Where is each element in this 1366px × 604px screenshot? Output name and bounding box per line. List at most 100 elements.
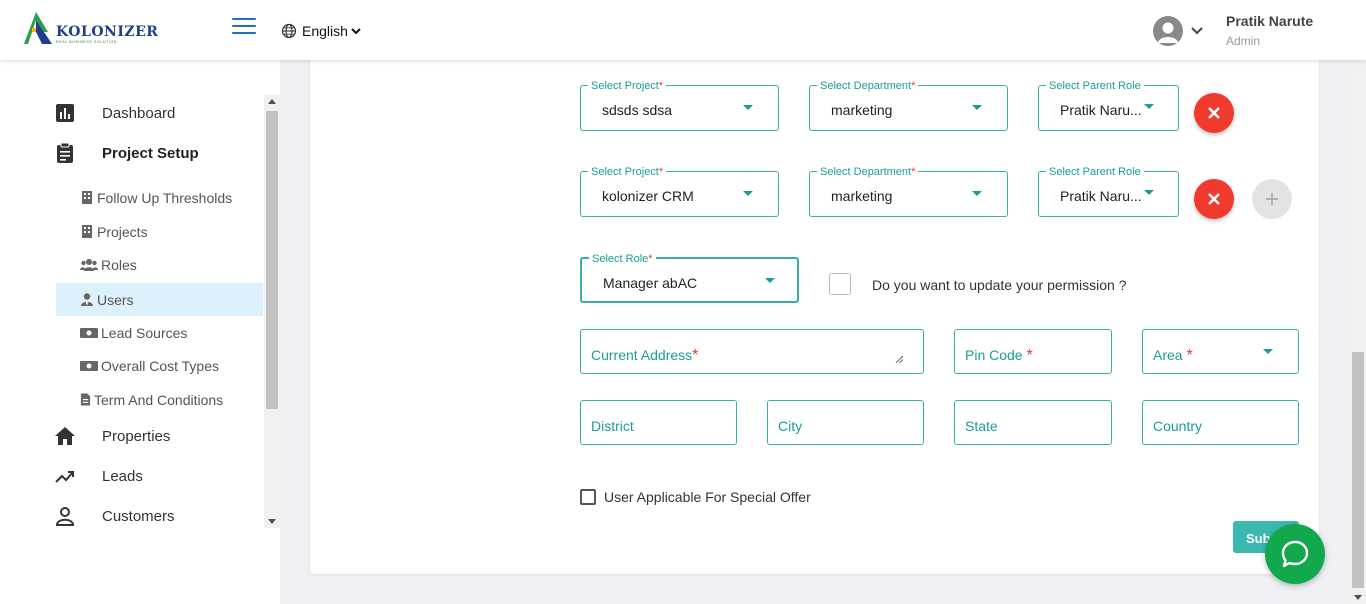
select-department-1[interactable]: Select Department* marketing (809, 80, 1008, 131)
chat-widget-button[interactable] (1265, 524, 1325, 584)
caret-down-icon (743, 191, 753, 196)
select-parent-role-2[interactable]: Select Parent Role Pratik Naru... (1038, 166, 1179, 217)
user-form-card (310, 56, 1319, 574)
country-field[interactable]: Country (1142, 400, 1299, 445)
user-role: Admin (1226, 34, 1261, 48)
scroll-up-arrow-icon[interactable] (268, 99, 276, 104)
update-permission-label: Do you want to update your permission ? (872, 277, 1127, 293)
resize-handle-icon[interactable] (895, 355, 903, 363)
select-department-2[interactable]: Select Department* marketing (809, 166, 1008, 217)
sidebar-scroll-thumb[interactable] (266, 111, 278, 409)
sidebar-item-leads[interactable]: Leads (54, 465, 143, 487)
scroll-down-arrow-icon[interactable] (1354, 595, 1362, 600)
field-label: Select Parent Role (1046, 80, 1144, 92)
select-project-1[interactable]: Select Project* sdsds sdsa (580, 80, 779, 131)
sidebar-item-project-setup[interactable]: Project Setup (54, 142, 199, 164)
field-label: Select Project (591, 166, 659, 178)
kolonizer-logo[interactable]: KOLONIZER REAL BUSINESS SOLUTION (22, 10, 158, 46)
select-value: Pratik Naru... (1060, 102, 1142, 118)
sidebar-item-users[interactable]: Users (56, 283, 263, 316)
page-scrollbar[interactable] (1350, 60, 1366, 604)
home-icon (55, 427, 75, 445)
special-offer-label: User Applicable For Special Offer (604, 489, 811, 505)
sidebar-item-projects[interactable]: Projects (56, 215, 263, 248)
remove-row-button[interactable] (1194, 179, 1234, 219)
add-row-button[interactable] (1252, 179, 1292, 219)
sidebar-item-dashboard[interactable]: Dashboard (54, 102, 175, 124)
close-icon (1208, 107, 1220, 119)
special-offer-checkbox[interactable] (580, 489, 596, 505)
caret-down-icon (1263, 349, 1273, 354)
sidebar-scrollbar[interactable] (264, 95, 280, 528)
sidebar-item-term-and-conditions[interactable]: Term And Conditions (56, 383, 263, 416)
select-value: kolonizer CRM (602, 188, 694, 204)
field-label: Select Parent Role (1046, 166, 1144, 178)
page-scroll-thumb[interactable] (1352, 352, 1364, 588)
logo-mark-icon (24, 12, 52, 44)
select-parent-role-1[interactable]: Select Parent Role Pratik Naru... (1038, 80, 1179, 131)
users-icon (80, 259, 98, 271)
sidebar-item-label: Projects (97, 223, 148, 240)
caret-down-icon (972, 105, 982, 110)
city-field[interactable]: City (767, 400, 924, 445)
select-value: sdsds sdsa (602, 102, 673, 118)
sidebar-item-label: Follow Up Thresholds (97, 189, 233, 206)
area-select[interactable]: Area * (1142, 329, 1299, 374)
field-label: Select Department (820, 80, 912, 92)
sidebar-item-customers[interactable]: Customers (54, 505, 175, 527)
user-avatar-icon (1158, 22, 1178, 43)
top-header: KOLONIZER REAL BUSINESS SOLUTION English… (0, 0, 1366, 60)
field-label: Select Project (591, 80, 659, 92)
field-placeholder: State (965, 418, 998, 434)
field-label: Select Department (820, 166, 912, 178)
sidebar-item-label: Leads (102, 467, 143, 485)
sidebar-item-label: Roles (101, 256, 137, 273)
user-name: Pratik Narute (1226, 13, 1314, 29)
user-tie-icon (81, 293, 93, 306)
bar-chart-icon (56, 104, 74, 122)
field-placeholder: Pin Code (965, 347, 1023, 363)
select-value: marketing (831, 102, 893, 118)
sidebar-item-label: Users (97, 291, 134, 308)
chevron-down-icon (351, 28, 361, 35)
logo-subtitle: REAL BUSINESS SOLUTION (56, 40, 117, 44)
field-placeholder: City (778, 418, 803, 434)
sidebar-item-properties[interactable]: Properties (54, 425, 170, 447)
sidebar-item-follow-up-thresholds[interactable]: Follow Up Thresholds (56, 181, 263, 214)
field-placeholder: Country (1153, 418, 1203, 434)
caret-down-icon (972, 191, 982, 196)
select-value: Manager abAC (603, 275, 698, 291)
caret-down-icon (1144, 104, 1154, 109)
language-selector[interactable]: English (281, 23, 361, 39)
select-project-2[interactable]: Select Project* kolonizer CRM (580, 166, 779, 217)
sidebar-item-label: Properties (102, 427, 171, 445)
sidebar-item-label: Customers (102, 507, 175, 525)
building-icon (82, 225, 92, 238)
menu-toggle-button[interactable] (232, 18, 256, 36)
state-field[interactable]: State (954, 400, 1112, 445)
chat-bubble-icon (1281, 540, 1309, 568)
district-field[interactable]: District (580, 400, 737, 445)
select-value: marketing (831, 188, 893, 204)
money-bill-icon (80, 361, 98, 371)
money-bill-icon (80, 328, 98, 338)
user-menu-chevron-icon[interactable] (1190, 26, 1204, 36)
pin-code-field[interactable]: Pin Code * (954, 329, 1112, 374)
sidebar-item-label: Term And Conditions (94, 391, 224, 408)
scroll-down-arrow-icon[interactable] (268, 519, 276, 524)
sidebar-item-overall-cost-types[interactable]: Overall Cost Types (56, 349, 263, 382)
sidebar-item-label: Dashboard (102, 104, 176, 122)
sidebar-item-lead-sources[interactable]: Lead Sources (56, 316, 263, 349)
remove-row-button[interactable] (1194, 93, 1234, 133)
sidebar-item-label: Overall Cost Types (101, 357, 220, 374)
current-address-field[interactable]: Current Address* (580, 329, 924, 374)
select-role[interactable]: Select Role* Manager abAC (580, 253, 799, 303)
sidebar-item-roles[interactable]: Roles (56, 248, 263, 281)
update-permission-checkbox[interactable] (829, 273, 851, 295)
person-icon (55, 507, 75, 526)
clipboard-icon (57, 142, 73, 163)
caret-down-icon (743, 105, 753, 110)
field-label: Select Role (592, 253, 649, 265)
user-avatar[interactable] (1153, 16, 1183, 46)
field-placeholder: District (591, 418, 634, 434)
